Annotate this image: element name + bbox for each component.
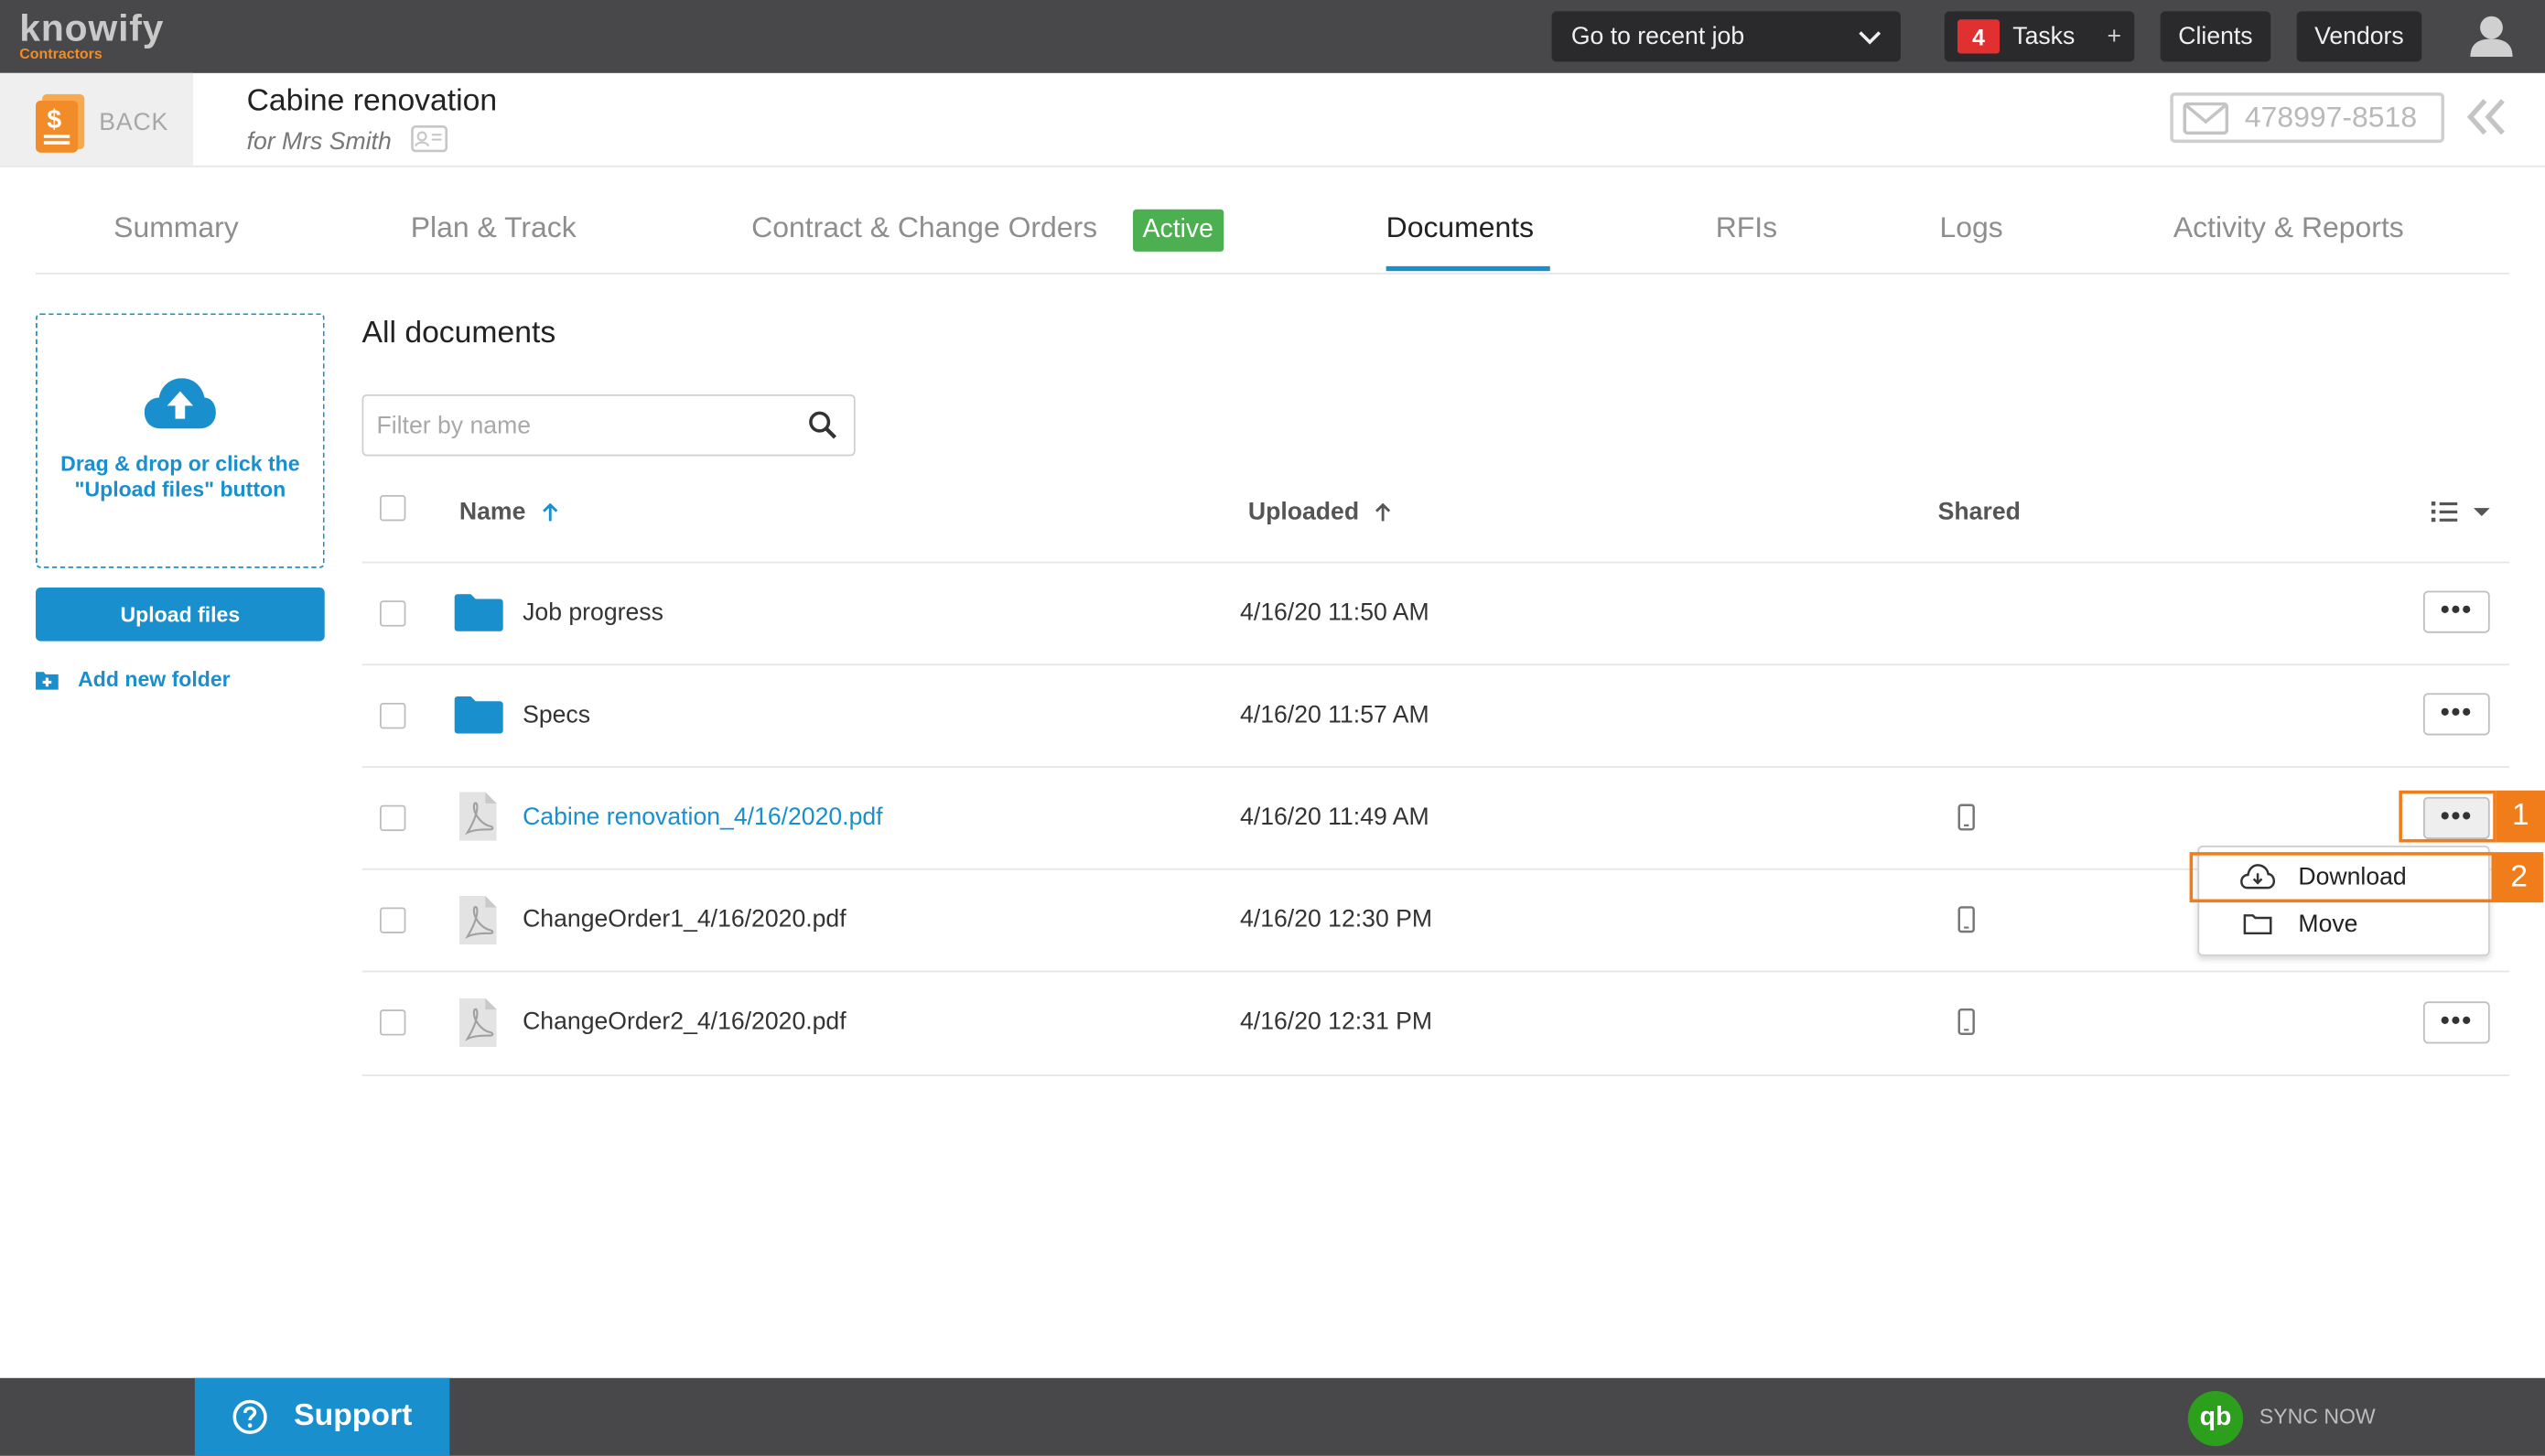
row-checkbox[interactable] (380, 907, 406, 933)
collapse-double-chevron-icon[interactable] (2465, 97, 2507, 136)
document-uploaded-date: 4/16/20 11:50 AM (1240, 599, 1429, 627)
tab-activity-reports[interactable]: Activity & Reports (2173, 211, 2404, 245)
row-checkbox[interactable] (380, 804, 406, 832)
pdf-file-icon (458, 998, 497, 1047)
menu-move-label: Move (2298, 910, 2358, 938)
row-actions-button[interactable]: ••• (2422, 1001, 2490, 1044)
document-uploaded-date: 4/16/20 11:57 AM (1240, 701, 1429, 729)
column-header-name[interactable]: Name (458, 498, 558, 526)
recent-job-label: Go to recent job (1570, 22, 1745, 50)
contract-status-badge: Active (1132, 209, 1224, 252)
section-title: All documents (361, 316, 556, 351)
document-name[interactable]: ChangeOrder2_4/16/2020.pdf (523, 1008, 847, 1035)
document-uploaded-date: 4/16/20 12:30 PM (1240, 905, 1433, 933)
chevron-down-icon (1859, 30, 1882, 44)
folder-icon (454, 594, 503, 631)
column-uploaded-label: Uploaded (1247, 498, 1360, 526)
row-checkbox[interactable] (380, 702, 406, 729)
add-folder-label: Add new folder (78, 666, 231, 692)
document-name-link[interactable]: Cabine renovation_4/16/2020.pdf (523, 803, 882, 831)
job-email-phone-box[interactable]: 478997-8518 (2170, 92, 2445, 144)
document-uploaded-date: 4/16/20 11:49 AM (1240, 803, 1429, 832)
tabs-divider (36, 272, 2509, 275)
search-icon[interactable] (808, 411, 837, 440)
tasks-button[interactable]: 4 Tasks + (1944, 11, 2135, 62)
document-name[interactable]: ChangeOrder1_4/16/2020.pdf (523, 906, 847, 933)
step-2-marker: 2 (2495, 852, 2544, 903)
column-header-uploaded[interactable]: Uploaded (1247, 498, 1392, 526)
menu-item-move[interactable]: Move (2243, 909, 2486, 938)
row-checkbox[interactable] (380, 600, 406, 627)
job-document-icon: $ (36, 93, 85, 153)
active-tab-indicator (1386, 265, 1550, 272)
vendors-button[interactable]: Vendors (2296, 11, 2422, 62)
upload-files-button[interactable]: Upload files (36, 588, 325, 642)
shared-mobile-icon (1957, 906, 1975, 933)
cloud-upload-icon (144, 378, 216, 429)
step-1-highlight (2399, 790, 2496, 843)
step-1-marker: 1 (2496, 790, 2545, 843)
clients-button[interactable]: Clients (2160, 11, 2271, 62)
select-all-checkbox[interactable] (380, 494, 406, 522)
folder-outline-icon (2243, 914, 2272, 935)
header-divider (0, 165, 2545, 167)
svg-text:$: $ (47, 105, 61, 135)
tab-logs[interactable]: Logs (1939, 211, 2002, 245)
step-2-highlight (2189, 852, 2496, 903)
row-actions-button[interactable]: ••• (2422, 590, 2490, 633)
sort-arrow-icon (1375, 502, 1391, 521)
document-name[interactable]: Job progress (523, 599, 663, 626)
document-uploaded-date: 4/16/20 12:31 PM (1240, 1008, 1433, 1036)
table-bottom-divider (361, 1074, 2509, 1076)
shared-mobile-icon (1957, 803, 1975, 831)
sync-now-button[interactable]: SYNC NOW (2259, 1404, 2376, 1429)
job-client: for Mrs Smith (246, 128, 392, 156)
tasks-count-badge: 4 (1957, 19, 2000, 54)
row-checkbox[interactable] (380, 1009, 406, 1036)
add-task-button[interactable]: + (2108, 23, 2122, 50)
job-phone-number: 478997-8518 (2244, 100, 2418, 134)
document-name[interactable]: Specs (523, 701, 590, 728)
folder-icon (454, 696, 503, 734)
quickbooks-logo-icon[interactable]: qb (2187, 1390, 2244, 1447)
tab-contract-change-orders[interactable]: Contract & Change Orders (751, 211, 1097, 245)
back-label: BACK (99, 108, 169, 136)
contact-card-icon[interactable] (411, 125, 448, 153)
tab-plan-track[interactable]: Plan & Track (411, 211, 577, 245)
folder-plus-icon (36, 671, 59, 689)
tab-summary[interactable]: Summary (113, 211, 239, 245)
column-view-options-icon[interactable] (2430, 498, 2491, 523)
upload-dropzone[interactable] (36, 313, 325, 568)
row-actions-button[interactable]: ••• (2422, 693, 2490, 736)
support-button[interactable]: Support (194, 1377, 450, 1456)
user-profile-icon[interactable] (2469, 15, 2515, 58)
column-header-shared: Shared (1938, 498, 2021, 525)
table-row[interactable] (362, 665, 2509, 766)
envelope-icon (2183, 101, 2229, 135)
table-row[interactable] (362, 563, 2509, 663)
job-title: Cabine renovation (246, 84, 498, 119)
column-shared-label: Shared (1937, 498, 2021, 526)
knowify-logo[interactable]: knowify Contractors (19, 8, 164, 62)
filter-by-name-input[interactable] (361, 394, 856, 457)
pdf-file-icon (458, 792, 497, 841)
tab-documents[interactable]: Documents (1386, 211, 1534, 245)
shared-mobile-icon (1957, 1008, 1975, 1036)
add-new-folder-link[interactable]: Add new folder (36, 667, 231, 692)
help-circle-icon (232, 1399, 267, 1434)
recent-job-dropdown[interactable]: Go to recent job (1551, 11, 1901, 62)
support-label: Support (294, 1398, 413, 1434)
pdf-file-icon (458, 896, 497, 945)
tasks-label: Tasks (2012, 22, 2076, 50)
tab-rfis[interactable]: RFIs (1716, 211, 1777, 245)
column-name-label: Name (458, 498, 526, 526)
dropzone-instructions: Drag & drop or click the "Upload files" … (60, 451, 300, 502)
sort-ascending-arrow-icon (542, 502, 558, 521)
